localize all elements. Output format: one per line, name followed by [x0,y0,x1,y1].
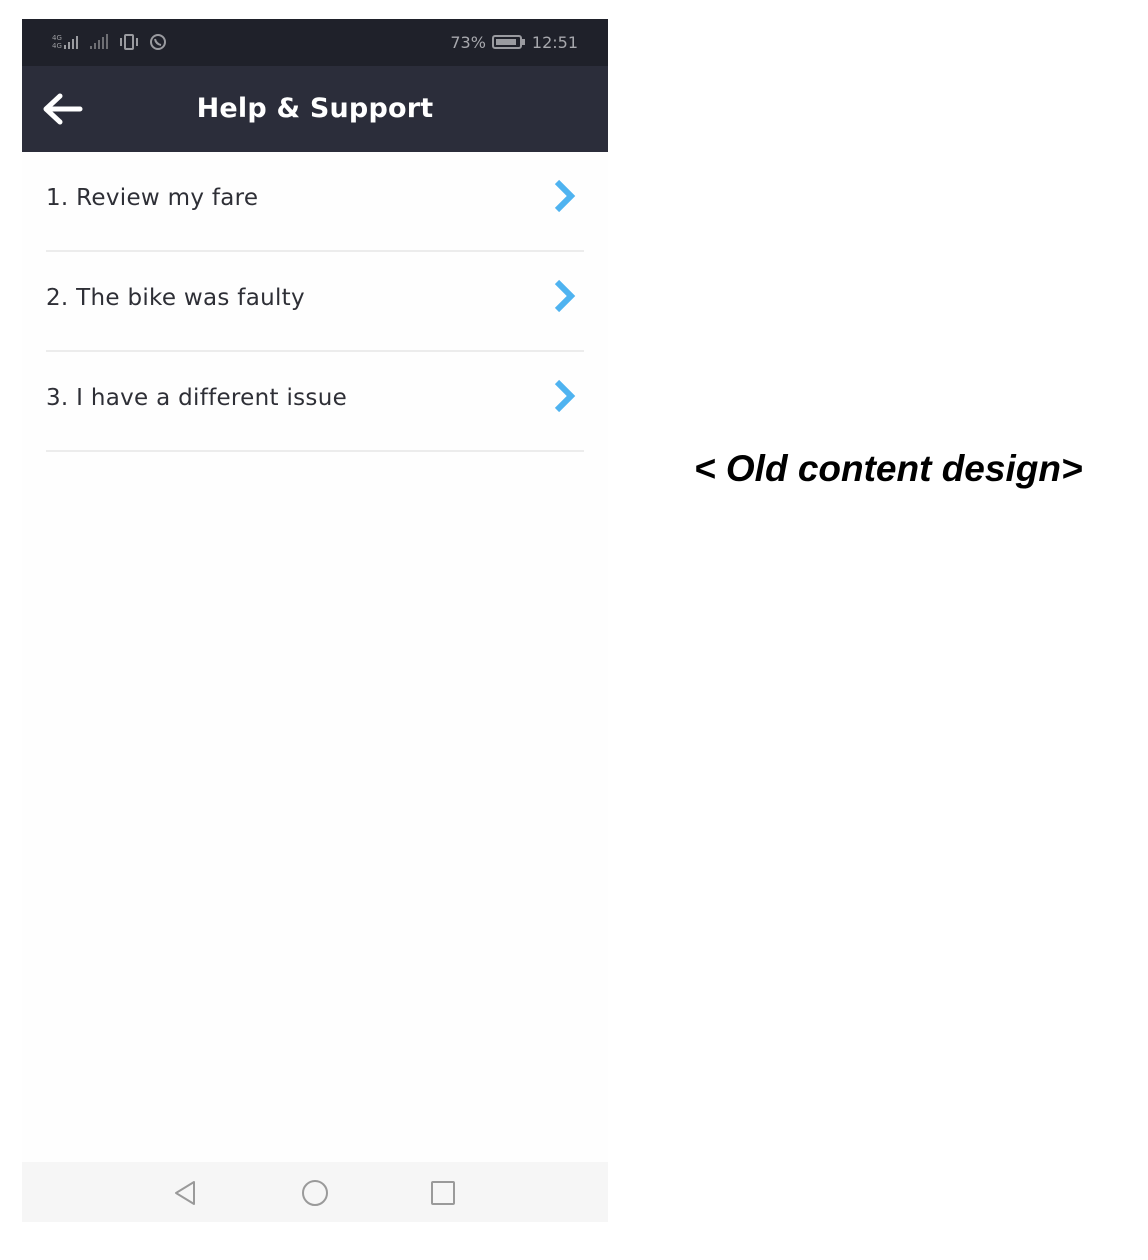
phone-screen: 4G 4G 73% 12:51 Help & Support 1. Review… [22,19,608,1222]
recents-square-icon[interactable] [428,1178,458,1208]
status-bar: 4G 4G 73% 12:51 [22,19,608,66]
chevron-right-icon [554,379,576,413]
menu-item-different-issue[interactable]: 3. I have a different issue [46,352,584,452]
help-menu-list: 1. Review my fare 2. The bike was faulty… [22,152,608,452]
system-nav-bar [22,1162,608,1222]
vibrate-icon [120,34,138,50]
signal-4g-icon: 4G 4G [52,34,78,50]
menu-item-label: 2. The bike was faulty [46,285,305,311]
menu-item-label: 3. I have a different issue [46,385,348,411]
menu-item-bike-faulty[interactable]: 2. The bike was faulty [46,252,584,352]
home-circle-icon[interactable] [300,1178,330,1208]
svg-text:4G: 4G [52,42,62,50]
battery-percent: 73% [450,32,486,52]
svg-text:4G: 4G [52,34,62,42]
chevron-right-icon [554,279,576,313]
whatsapp-icon [150,34,166,50]
page-title: Help & Support [196,93,434,124]
chevron-right-icon [554,179,576,213]
status-icons-right: 73% 12:51 [450,32,578,52]
caption-old-content-design: < Old content design> [694,448,1083,489]
status-time: 12:51 [531,32,578,52]
menu-item-review-fare[interactable]: 1. Review my fare [46,152,584,252]
battery-icon [491,35,525,49]
back-triangle-icon[interactable] [170,1178,200,1208]
signal-bars-icon [90,34,108,49]
menu-item-label: 1. Review my fare [46,185,259,211]
app-header: Help & Support [22,66,608,152]
status-icons-left: 4G 4G [52,32,168,52]
